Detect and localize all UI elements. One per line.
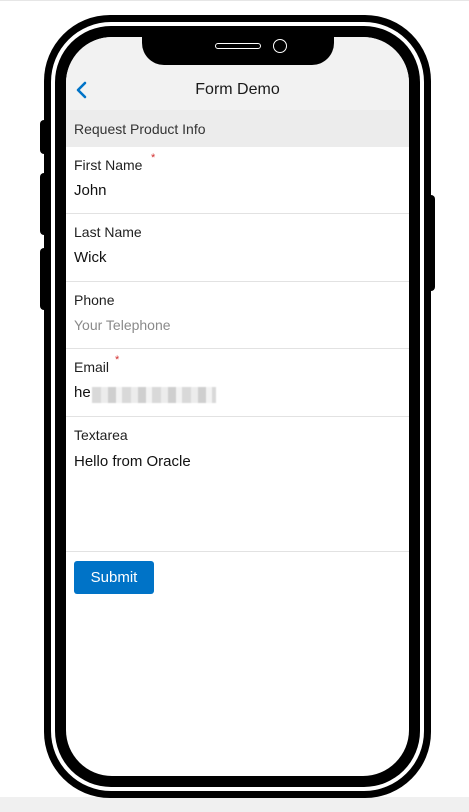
top-border xyxy=(0,0,469,1)
phone-input[interactable] xyxy=(74,317,374,334)
phone-screen: Form Demo Request Product Info First Nam… xyxy=(66,37,409,776)
phone-frame-ring: Form Demo Request Product Info First Nam… xyxy=(51,22,424,791)
phone-bezel: Form Demo Request Product Info First Nam… xyxy=(55,26,420,787)
email-label: Email xyxy=(74,359,110,375)
first-name-input[interactable] xyxy=(74,182,374,199)
camera-icon xyxy=(273,39,287,53)
phone-frame: Form Demo Request Product Info First Nam… xyxy=(44,15,431,798)
first-name-field: First Name * xyxy=(66,147,409,214)
textarea-input[interactable]: Hello from Oracle xyxy=(74,453,374,513)
email-field: Email * xyxy=(66,349,409,417)
last-name-field: Last Name xyxy=(66,214,409,282)
email-required-marker: * xyxy=(115,354,120,366)
first-name-label-text: First Name xyxy=(74,157,143,173)
textarea-label: Textarea xyxy=(74,427,128,443)
phone-label: Phone xyxy=(74,292,115,308)
last-name-label: Last Name xyxy=(74,224,142,240)
submit-button[interactable]: Submit xyxy=(74,561,154,594)
section-header: Request Product Info xyxy=(66,110,409,147)
phone-field: Phone xyxy=(66,282,409,349)
section-title: Request Product Info xyxy=(74,121,206,137)
last-name-input[interactable] xyxy=(74,249,374,266)
first-name-required-marker: * xyxy=(151,152,156,164)
speaker-icon xyxy=(215,43,261,49)
page: Form Demo Request Product Info First Nam… xyxy=(0,0,469,812)
first-name-label: First Name xyxy=(74,157,142,173)
email-redacted-region xyxy=(92,387,216,403)
bottom-band xyxy=(0,797,469,812)
phone-notch xyxy=(142,37,334,65)
page-title: Form Demo xyxy=(195,81,280,98)
textarea-field: Textarea Hello from Oracle xyxy=(66,417,409,552)
